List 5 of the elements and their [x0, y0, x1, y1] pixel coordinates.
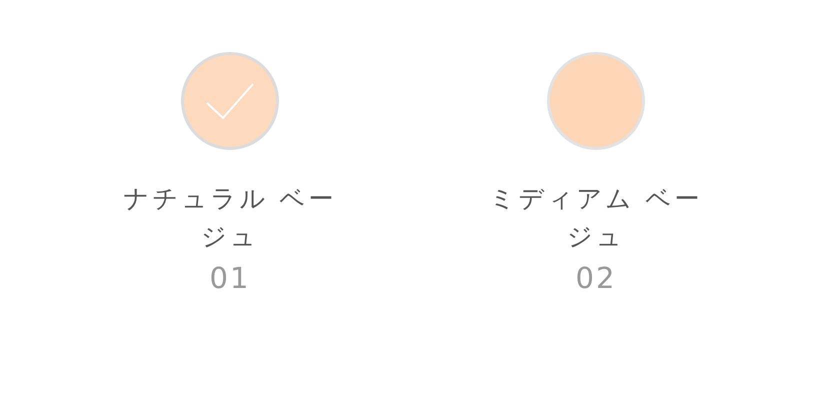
checkmark-icon: [205, 81, 255, 121]
shade-number: 02: [576, 260, 616, 297]
shade-number: 01: [210, 260, 250, 297]
shade-name: ナチュラル ベージュ: [122, 183, 338, 253]
shade-name: ミディアム ベージュ: [488, 183, 704, 253]
